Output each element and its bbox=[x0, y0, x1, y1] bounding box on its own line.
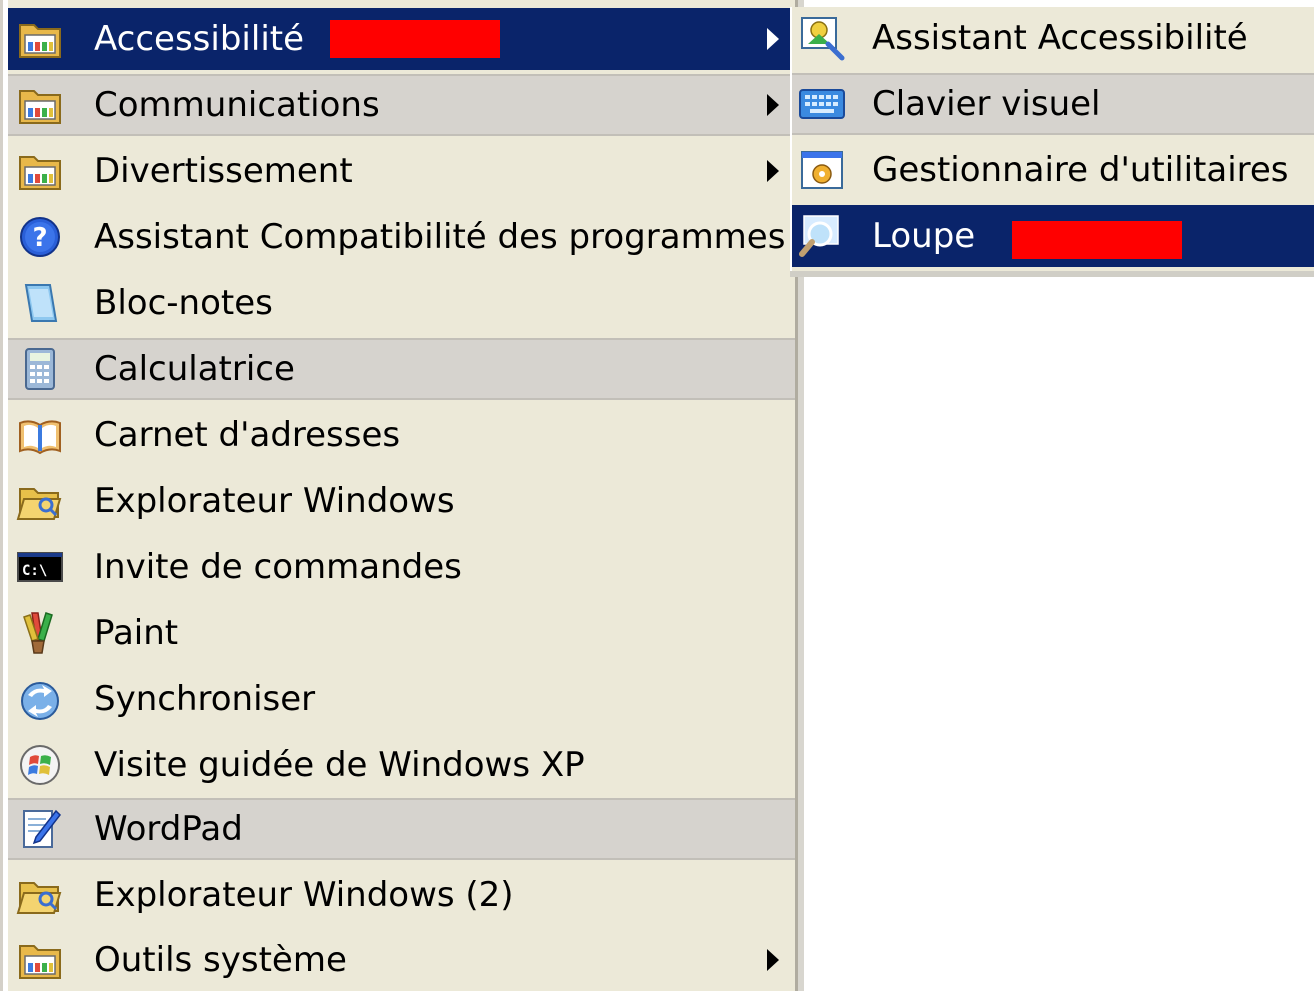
submenu-arrow-icon bbox=[767, 160, 779, 182]
on-screen-keyboard-icon bbox=[799, 89, 845, 119]
program-group-icon bbox=[19, 945, 61, 979]
accessibility-wizard-icon bbox=[801, 17, 845, 61]
submenu-arrow-icon bbox=[767, 949, 779, 971]
menu-item-label: Communications bbox=[94, 85, 380, 125]
submenu-item-gestionnaire-utilitaires[interactable]: Gestionnaire d'utilitaires bbox=[792, 139, 1314, 201]
submenu-item-loupe[interactable]: Loupe bbox=[792, 205, 1314, 267]
address-book-icon bbox=[19, 420, 61, 455]
menu-item-explorateur-windows[interactable]: Explorateur Windows bbox=[8, 470, 795, 532]
menu-item-visite-guidee[interactable]: Visite guidée de Windows XP bbox=[8, 734, 795, 796]
menu-item-label: Clavier visuel bbox=[872, 84, 1101, 124]
menu-item-label: Explorateur Windows bbox=[94, 481, 455, 521]
submenu-item-assistant-accessibilite[interactable]: Assistant Accessibilité bbox=[792, 7, 1314, 69]
explorer-folder-icon bbox=[16, 488, 62, 520]
svg-text:C:\: C:\ bbox=[22, 563, 47, 579]
command-prompt-icon: C:\ bbox=[17, 552, 63, 582]
program-group-icon bbox=[19, 24, 61, 58]
submenu-arrow-icon bbox=[767, 28, 779, 50]
menu-item-paint[interactable]: Paint bbox=[8, 602, 795, 664]
desktop-edge bbox=[0, 0, 3, 991]
menu-item-label: Explorateur Windows (2) bbox=[94, 875, 514, 915]
menu-item-label: Gestionnaire d'utilitaires bbox=[872, 150, 1289, 190]
accessibility-submenu: Assistant Accessibilité Clavier visuel G… bbox=[790, 7, 1314, 271]
calculator-icon bbox=[25, 348, 55, 390]
menu-item-label: Invite de commandes bbox=[94, 547, 462, 587]
menu-item-label: Assistant Accessibilité bbox=[872, 18, 1248, 58]
menu-item-label: Outils système bbox=[94, 940, 347, 980]
menu-item-outils-systeme[interactable]: Outils système bbox=[8, 929, 795, 991]
screen: Accessibilité Communications Divertissem… bbox=[0, 0, 1314, 991]
menu-item-label: WordPad bbox=[94, 809, 243, 849]
utility-manager-icon bbox=[801, 151, 843, 189]
menu-item-bloc-notes[interactable]: Bloc-notes bbox=[8, 272, 795, 334]
magnifier-icon bbox=[799, 215, 839, 257]
menu-item-label: Synchroniser bbox=[94, 679, 316, 719]
notepad-icon bbox=[24, 284, 58, 322]
redaction-box bbox=[1012, 221, 1182, 259]
menu-item-label: Divertissement bbox=[94, 151, 353, 191]
submenu-item-clavier-visuel[interactable]: Clavier visuel bbox=[792, 73, 1314, 135]
menu-item-wordpad[interactable]: WordPad bbox=[8, 798, 795, 860]
menu-item-accessibilite[interactable]: Accessibilité bbox=[8, 8, 795, 70]
help-question-icon: ? bbox=[20, 217, 60, 257]
menu-item-label: Assistant Compatibilité des programmes bbox=[94, 217, 786, 257]
menu-item-invite-commandes[interactable]: C:\ Invite de commandes bbox=[8, 536, 795, 598]
program-group-icon bbox=[19, 156, 61, 190]
menu-item-carnet-adresses[interactable]: Carnet d'adresses bbox=[8, 404, 795, 466]
svg-text:?: ? bbox=[32, 223, 47, 253]
explorer-folder-icon bbox=[16, 882, 62, 914]
submenu-arrow-icon bbox=[767, 94, 779, 116]
menu-item-communications[interactable]: Communications bbox=[8, 74, 795, 136]
menu-item-calculatrice[interactable]: Calculatrice bbox=[8, 338, 795, 400]
programs-menu: Accessibilité Communications Divertissem… bbox=[8, 0, 798, 991]
menu-item-assistant-compatibilite[interactable]: ? Assistant Compatibilité des programmes bbox=[8, 206, 795, 268]
menu-item-explorateur-windows-2[interactable]: Explorateur Windows (2) bbox=[8, 864, 795, 926]
menu-item-label: Loupe bbox=[872, 216, 976, 256]
menu-item-divertissement[interactable]: Divertissement bbox=[8, 140, 795, 202]
program-group-icon bbox=[19, 90, 61, 124]
menu-item-label: Carnet d'adresses bbox=[94, 415, 401, 455]
paint-brush-icon bbox=[23, 612, 53, 654]
synchronize-icon bbox=[21, 682, 59, 720]
redaction-box bbox=[330, 20, 500, 58]
windows-tour-icon bbox=[20, 745, 60, 785]
menu-item-label: Accessibilité bbox=[94, 19, 305, 59]
menu-item-label: Calculatrice bbox=[94, 349, 295, 389]
wordpad-icon bbox=[23, 809, 61, 848]
menu-item-label: Paint bbox=[94, 613, 179, 653]
menu-item-label: Bloc-notes bbox=[94, 283, 273, 323]
menu-item-synchroniser[interactable]: Synchroniser bbox=[8, 668, 795, 730]
menu-item-label: Visite guidée de Windows XP bbox=[94, 745, 585, 785]
